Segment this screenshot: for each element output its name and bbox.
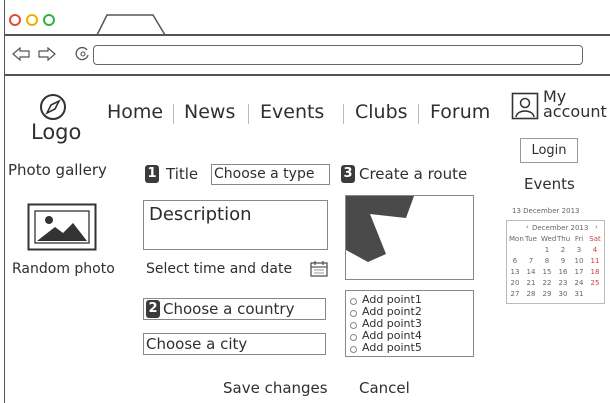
calendar-icon[interactable]	[310, 260, 328, 277]
country-select-value: Choose a country	[163, 300, 295, 318]
weekday-label: Fri	[574, 235, 584, 243]
tab-strip-line	[4, 34, 610, 36]
calendar-day[interactable]: 16	[557, 268, 569, 276]
calendar-next-icon[interactable]: ›	[595, 223, 598, 231]
calendar-day[interactable]: 13	[509, 268, 521, 276]
weekday-label: Wed	[541, 235, 557, 243]
calendar-day[interactable]: 4	[589, 246, 601, 254]
address-bar[interactable]	[93, 45, 583, 65]
calendar-day[interactable]: 6	[509, 257, 521, 265]
calendar-prev-icon[interactable]: ‹	[526, 223, 529, 231]
my-account-label[interactable]: My account	[543, 89, 607, 121]
photo-gallery-heading[interactable]: Photo gallery	[8, 161, 107, 179]
calendar-day[interactable]: 2	[557, 246, 569, 254]
city-select[interactable]: Choose a city	[143, 333, 326, 355]
nav-separator	[173, 104, 174, 124]
login-button-label: Login	[531, 143, 567, 158]
route-map-shape	[346, 196, 414, 262]
calendar-day[interactable]: 22	[541, 279, 553, 287]
calendar-day[interactable]: 24	[573, 279, 585, 287]
calendar-day[interactable]: 11	[589, 257, 601, 265]
description-placeholder: Description	[149, 204, 252, 225]
weekday-label: Thu	[557, 235, 571, 243]
calendar-day[interactable]: 31	[573, 290, 585, 298]
events-calendar[interactable]: ‹ December 2013 › Mon Tue Wed Thu Fri Sa…	[506, 220, 605, 304]
type-select[interactable]: Choose a type	[211, 164, 330, 185]
nav-forum[interactable]: Forum	[430, 101, 490, 123]
logo-label: Logo	[31, 120, 82, 144]
calendar-day[interactable]: 17	[573, 268, 585, 276]
calendar-day[interactable]: 30	[557, 290, 569, 298]
weekday-label: Tue	[525, 235, 537, 243]
calendar-day[interactable]: 3	[573, 246, 585, 254]
calendar-day[interactable]: 20	[509, 279, 521, 287]
login-button[interactable]: Login	[520, 138, 578, 163]
events-date-line: 13 December 2013	[512, 207, 580, 215]
nav-separator	[418, 104, 419, 124]
nav-separator	[248, 104, 249, 124]
maximize-window-button[interactable]	[43, 14, 55, 26]
radio-icon[interactable]	[350, 334, 357, 341]
radio-icon[interactable]	[350, 310, 357, 317]
country-select[interactable]: 2 Choose a country	[143, 298, 326, 320]
random-photo-label: Random photo	[12, 261, 115, 277]
nav-home[interactable]: Home	[107, 101, 163, 123]
cancel-button[interactable]: Cancel	[359, 379, 410, 397]
calendar-day[interactable]: 7	[525, 257, 537, 265]
browser-tab[interactable]	[95, 12, 167, 36]
close-window-button[interactable]	[9, 14, 21, 26]
calendar-title: December 2013	[532, 224, 589, 232]
calendar-day[interactable]: 18	[589, 268, 601, 276]
calendar-day[interactable]: 10	[573, 257, 585, 265]
weekday-label: Sat	[589, 235, 601, 243]
nav-news[interactable]: News	[184, 101, 235, 123]
calendar-day[interactable]: 14	[525, 268, 537, 276]
save-changes-button[interactable]: Save changes	[223, 379, 328, 397]
step-3-badge: 3	[341, 165, 355, 183]
nav-clubs[interactable]: Clubs	[355, 101, 408, 123]
forward-arrow-icon[interactable]	[38, 47, 56, 61]
calendar-day[interactable]: 28	[525, 290, 537, 298]
route-point-label: Add point5	[362, 341, 422, 354]
account-avatar-icon[interactable]	[511, 92, 539, 120]
step-2-badge: 2	[146, 300, 160, 318]
description-textarea[interactable]: Description	[143, 200, 328, 250]
calendar-day[interactable]: 27	[509, 290, 521, 298]
radio-icon[interactable]	[350, 346, 357, 353]
step-1-badge: 1	[145, 165, 159, 183]
create-route-label: Create a route	[359, 165, 468, 183]
radio-icon[interactable]	[350, 322, 357, 329]
city-select-value: Choose a city	[146, 335, 248, 353]
calendar-day[interactable]: 25	[589, 279, 601, 287]
events-heading: Events	[524, 175, 575, 193]
random-photo-image[interactable]	[27, 203, 97, 251]
compass-logo-icon	[40, 94, 66, 120]
toolbar-bottom-line	[4, 74, 610, 76]
nav-separator	[343, 104, 344, 124]
reload-icon[interactable]	[74, 46, 90, 62]
calendar-day[interactable]: 29	[541, 290, 553, 298]
select-time-date-label[interactable]: Select time and date	[146, 261, 292, 277]
calendar-day[interactable]: 8	[541, 257, 553, 265]
minimize-window-button[interactable]	[26, 14, 38, 26]
calendar-day[interactable]: 15	[541, 268, 553, 276]
weekday-label: Mon	[509, 235, 524, 243]
nav-events[interactable]: Events	[260, 101, 324, 123]
my-account-line2: account	[543, 102, 607, 121]
type-select-value: Choose a type	[214, 166, 315, 182]
calendar-day[interactable]: 9	[557, 257, 569, 265]
radio-icon[interactable]	[350, 298, 357, 305]
route-points-list[interactable]: Add point1 Add point2 Add point3 Add poi…	[345, 290, 474, 357]
calendar-day[interactable]: 21	[525, 279, 537, 287]
back-arrow-icon[interactable]	[12, 47, 30, 61]
title-label: Title	[166, 165, 199, 183]
calendar-day[interactable]: 1	[541, 246, 553, 254]
route-map[interactable]	[345, 195, 474, 280]
calendar-day[interactable]: 23	[557, 279, 569, 287]
